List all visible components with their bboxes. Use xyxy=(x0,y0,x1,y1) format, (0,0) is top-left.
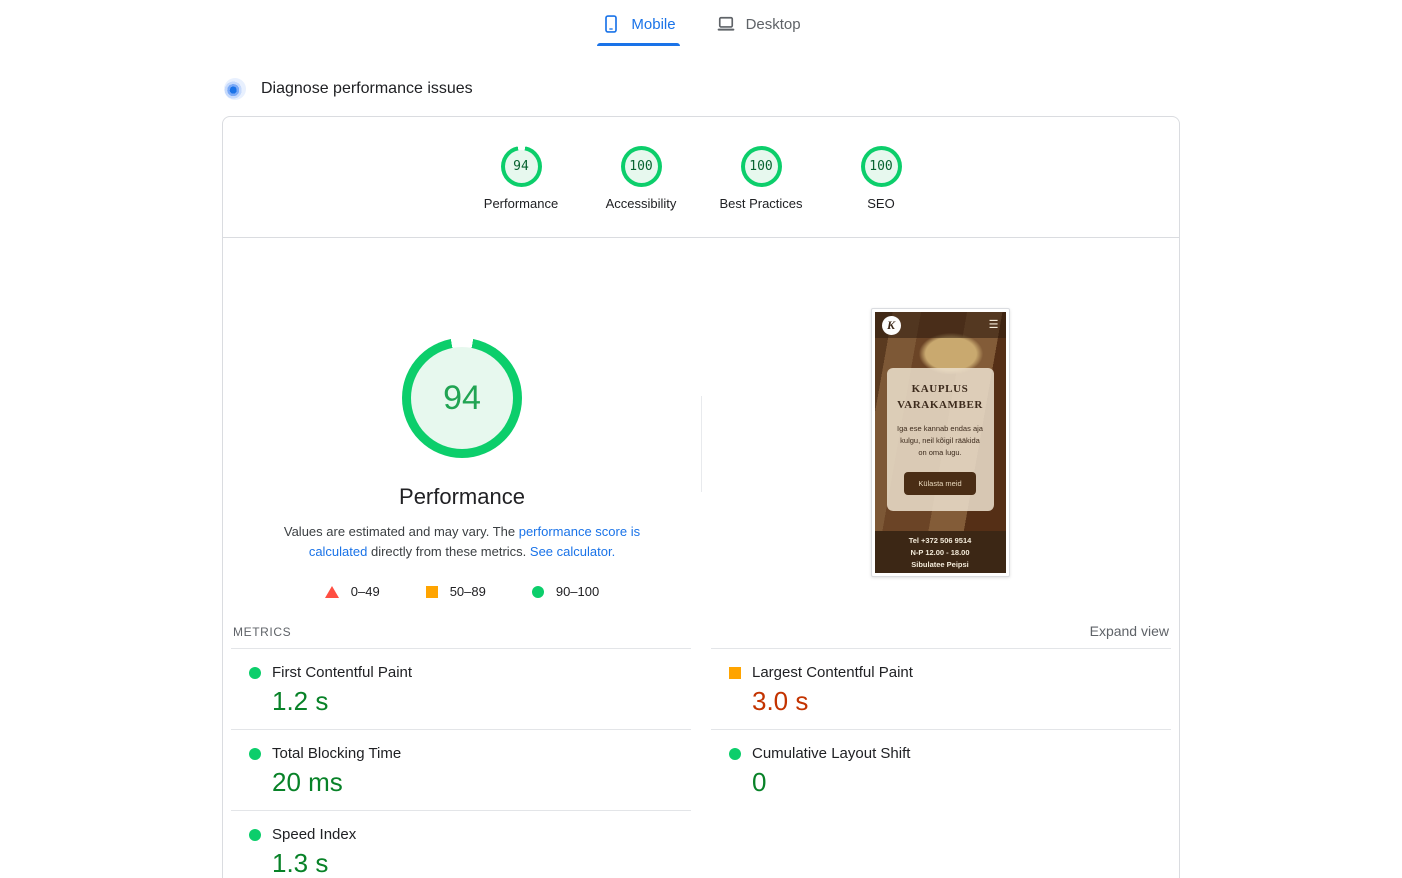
metric-name: First Contentful Paint xyxy=(272,664,412,681)
score-item-accessibility[interactable]: 100 Accessibility xyxy=(581,146,701,211)
gauge-column: 94 Performance Values are estimated and … xyxy=(223,238,701,609)
metric-name: Largest Contentful Paint xyxy=(752,664,913,681)
lighthouse-report-card: 94 Performance 100 Accessibility 100 Bes… xyxy=(222,116,1180,878)
score-ring-performance: 94 xyxy=(501,146,542,187)
site-header: K ☰ xyxy=(875,312,1006,338)
score-value: 100 xyxy=(621,146,662,187)
screenshot-column: K ☰ KAUPLUSVARAKAMBER Iga ese kannab end… xyxy=(701,238,1179,609)
performance-gauge-value: 94 xyxy=(402,338,522,458)
metric-speed-index: Speed Index 1.3 s xyxy=(231,810,691,878)
score-ring-best-practices: 100 xyxy=(741,146,782,187)
legend-range: 0–49 xyxy=(351,584,380,599)
metric-value: 3.0 s xyxy=(752,686,1171,717)
site-logo: K xyxy=(882,316,901,335)
average-square-icon xyxy=(729,667,741,679)
diagnose-section-header: Diagnose performance issues xyxy=(222,78,1180,100)
score-label: Best Practices xyxy=(719,196,802,211)
device-tabs: Mobile Desktop xyxy=(222,0,1180,46)
metric-name: Total Blocking Time xyxy=(272,745,401,762)
score-label: Performance xyxy=(484,196,558,211)
legend-item-fail: 0–49 xyxy=(325,584,380,599)
metric-total-blocking-time: Total Blocking Time 20 ms xyxy=(231,729,691,810)
orange-square-icon xyxy=(426,586,438,598)
radar-pulse-icon xyxy=(224,78,246,100)
description-text: Values are estimated and may vary. The xyxy=(284,524,519,539)
legend-item-pass: 90–100 xyxy=(532,584,599,599)
pagespeed-report: Mobile Desktop Diagnose performance issu… xyxy=(222,0,1180,878)
score-description: Values are estimated and may vary. The p… xyxy=(257,522,667,562)
metric-value: 1.2 s xyxy=(272,686,691,717)
metric-name: Speed Index xyxy=(272,826,356,843)
site-preview: K ☰ KAUPLUSVARAKAMBER Iga ese kannab end… xyxy=(875,312,1006,573)
score-range-legend: 0–49 50–89 90–100 xyxy=(325,584,599,599)
tab-mobile-label: Mobile xyxy=(631,16,675,33)
green-circle-icon xyxy=(532,586,544,598)
legend-range: 90–100 xyxy=(556,584,599,599)
score-ring-accessibility: 100 xyxy=(621,146,662,187)
score-label: SEO xyxy=(867,196,894,211)
vertical-divider xyxy=(701,396,702,492)
metric-largest-contentful-paint: Largest Contentful Paint 3.0 s xyxy=(711,648,1171,729)
see-calculator-link[interactable]: See calculator. xyxy=(530,544,615,559)
site-footer-address: Sibulatee Peipsi xyxy=(875,559,1006,571)
desktop-laptop-icon xyxy=(716,14,736,34)
site-tagline: Iga ese kannab endas aja kulgu, neil kõi… xyxy=(893,423,988,459)
score-item-seo[interactable]: 100 SEO xyxy=(821,146,941,211)
pass-dot-icon xyxy=(249,748,261,760)
section-title: Diagnose performance issues xyxy=(261,80,473,98)
legend-item-average: 50–89 xyxy=(426,584,486,599)
category-scores-row: 94 Performance 100 Accessibility 100 Bes… xyxy=(223,117,1179,237)
page-screenshot-thumbnail[interactable]: K ☰ KAUPLUSVARAKAMBER Iga ese kannab end… xyxy=(871,308,1010,577)
performance-gauge: 94 xyxy=(402,338,522,458)
tab-mobile[interactable]: Mobile xyxy=(597,8,679,46)
pass-dot-icon xyxy=(249,667,261,679)
score-value: 100 xyxy=(861,146,902,187)
site-hero-card: KAUPLUSVARAKAMBER Iga ese kannab endas a… xyxy=(887,368,994,511)
metrics-section-label: METRICS xyxy=(233,625,291,639)
pass-dot-icon xyxy=(249,829,261,841)
site-visit-button: Külasta meid xyxy=(904,472,975,495)
score-label: Accessibility xyxy=(606,196,677,211)
site-title: KAUPLUSVARAKAMBER xyxy=(893,382,988,414)
metric-value: 20 ms xyxy=(272,767,691,798)
tab-desktop[interactable]: Desktop xyxy=(712,8,805,46)
metrics-header: METRICS Expand view xyxy=(223,609,1179,648)
metric-first-contentful-paint: First Contentful Paint 1.2 s xyxy=(231,648,691,729)
performance-gauge-title: Performance xyxy=(399,484,525,510)
score-value: 94 xyxy=(501,146,542,187)
metrics-right-column: Largest Contentful Paint 3.0 s Cumulativ… xyxy=(711,648,1171,878)
metric-value: 1.3 s xyxy=(272,848,691,878)
score-ring-seo: 100 xyxy=(861,146,902,187)
metrics-left-column: First Contentful Paint 1.2 s Total Block… xyxy=(231,648,691,878)
performance-overview: 94 Performance Values are estimated and … xyxy=(223,238,1179,609)
legend-range: 50–89 xyxy=(450,584,486,599)
metrics-grid: First Contentful Paint 1.2 s Total Block… xyxy=(231,648,1171,878)
site-footer-hours: N-P 12.00 - 18.00 xyxy=(875,547,1006,559)
mobile-phone-icon xyxy=(601,14,621,34)
score-item-performance[interactable]: 94 Performance xyxy=(461,146,581,211)
expand-view-link[interactable]: Expand view xyxy=(1090,623,1169,639)
score-value: 100 xyxy=(741,146,782,187)
metric-name: Cumulative Layout Shift xyxy=(752,745,910,762)
tab-desktop-label: Desktop xyxy=(746,16,801,33)
pass-dot-icon xyxy=(729,748,741,760)
score-item-best-practices[interactable]: 100 Best Practices xyxy=(701,146,821,211)
metric-cumulative-layout-shift: Cumulative Layout Shift 0 xyxy=(711,729,1171,810)
site-footer: Tel +372 506 9514 N-P 12.00 - 18.00 Sibu… xyxy=(875,531,1006,573)
red-triangle-icon xyxy=(325,586,339,598)
description-text: directly from these metrics. xyxy=(367,544,530,559)
site-footer-phone: Tel +372 506 9514 xyxy=(875,535,1006,547)
metric-value: 0 xyxy=(752,767,1171,798)
hamburger-menu-icon: ☰ xyxy=(989,320,999,331)
